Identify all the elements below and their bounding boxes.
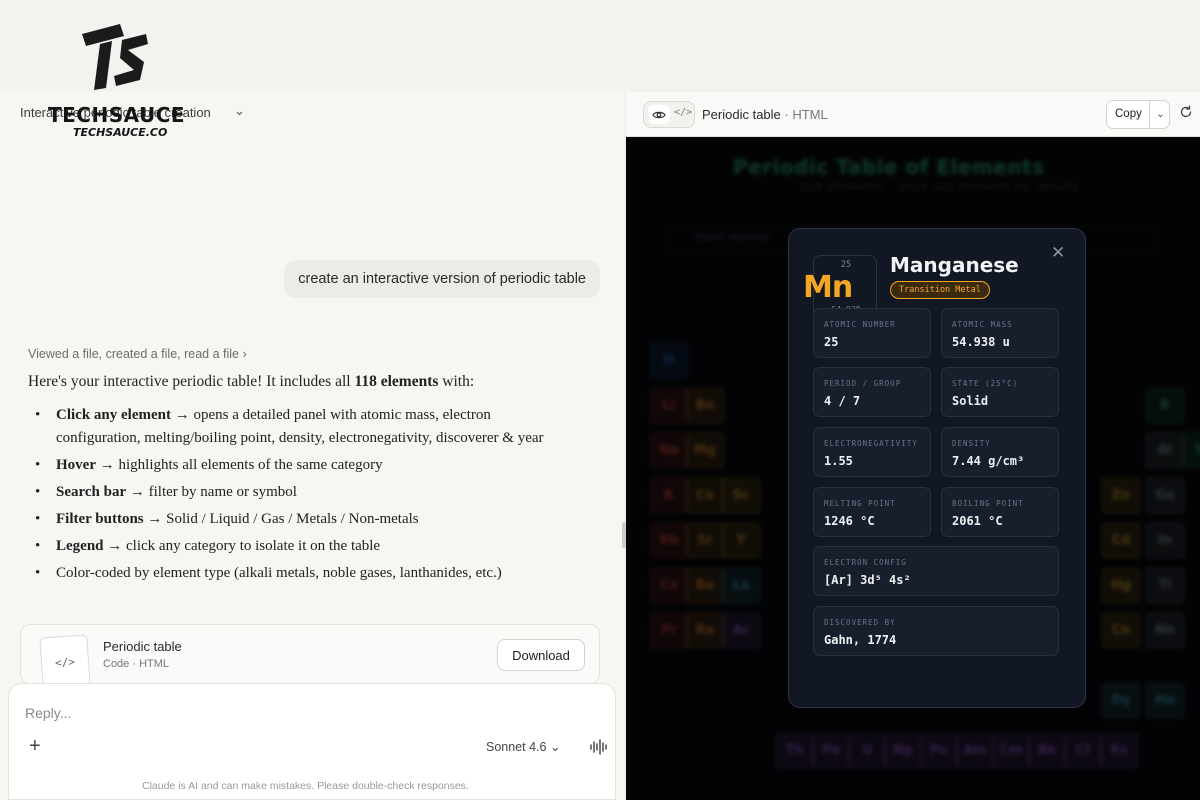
prop-melting-point: Melting Point 1246 °C	[813, 487, 931, 537]
list-item: Filter buttons → Solid / Liquid / Gas / …	[28, 508, 573, 531]
tool-summary[interactable]: Viewed a file, created a file, read a fi…	[28, 347, 247, 361]
view-toggle[interactable]: </>	[643, 101, 695, 128]
list-item: Click any element → opens a detailed pan…	[28, 404, 573, 450]
prop-label: Atomic Number	[824, 320, 896, 329]
list-item: Search bar → filter by name or symbol	[28, 481, 573, 504]
feature-bold: Filter buttons	[56, 511, 144, 527]
techsauce-logo: TECHSAUCE TECHSAUCE.CO	[48, 22, 193, 142]
intro-text-before: Here's your interactive periodic table! …	[28, 373, 355, 390]
prop-label: State (25°C)	[952, 379, 1019, 388]
element-symbol: Mn	[803, 270, 853, 305]
prop-value: 1.55	[824, 454, 853, 468]
prop-state: State (25°C) Solid	[941, 367, 1059, 417]
artifact-preview: Periodic Table of Elements 118 elements …	[626, 137, 1200, 800]
artifact-header: </> Periodic table · HTML Copy ⌄	[626, 92, 1200, 137]
prop-boiling-point: Boiling Point 2061 °C	[941, 487, 1059, 537]
prop-value: 2061 °C	[952, 514, 1003, 528]
element-number: 25	[840, 260, 852, 270]
prop-atomic-mass: Atomic Mass 54.938 u	[941, 308, 1059, 358]
copy-button[interactable]: Copy ⌄	[1106, 100, 1170, 129]
prop-label: Atomic Mass	[952, 320, 1013, 329]
prop-label: Boiling Point	[952, 499, 1024, 508]
copy-label: Copy	[1115, 108, 1142, 120]
download-button[interactable]: Download	[497, 639, 585, 671]
voice-icon[interactable]	[589, 739, 607, 755]
refresh-icon[interactable]	[1179, 105, 1193, 119]
prop-value: 25	[824, 335, 839, 349]
list-item: Legend → click any category to isolate i…	[28, 535, 573, 558]
artifact-card[interactable]: </> Periodic table Code · HTML Download	[20, 624, 600, 690]
feature-list: Click any element → opens a detailed pan…	[28, 404, 573, 589]
chevron-down-icon[interactable]: ⌄	[234, 103, 245, 119]
feature-bold: Search bar	[56, 484, 127, 500]
reply-input[interactable]: Reply...	[25, 705, 71, 721]
prop-label: Electron Config	[824, 558, 907, 567]
chevron-right-icon: ›	[242, 347, 247, 361]
intro-text-bold: 118 elements	[354, 373, 439, 390]
list-item: Color-coded by element type (alkali meta…	[28, 562, 573, 585]
prop-value: 4 / 7	[824, 394, 861, 408]
model-selector[interactable]: Sonnet 4.6 ⌄	[486, 739, 560, 754]
tool-summary-label: Viewed a file, created a file, read a fi…	[28, 347, 240, 361]
plus-icon[interactable]: +	[29, 735, 41, 758]
prop-value: Solid	[952, 394, 989, 408]
prop-atomic-number: Atomic Number 25	[813, 308, 931, 358]
artifact-title-sub: · HTML	[784, 107, 828, 122]
techsauce-url: TECHSAUCE.CO	[73, 126, 168, 139]
feature-text: → click any category to isolate it on th…	[103, 538, 381, 554]
element-detail-modal: ✕ 25 54.938 Mn Manganese Transition Meta…	[788, 228, 1086, 708]
prop-value: 7.44 g/cm³	[952, 454, 1025, 468]
techsauce-logo-icon	[82, 24, 148, 90]
model-label: Sonnet 4.6	[486, 740, 547, 754]
prop-value: [Ar] 3d⁵ 4s²	[824, 573, 911, 587]
feature-text: → highlights all elements of the same ca…	[95, 457, 383, 473]
feature-bold: Click any element	[56, 407, 171, 423]
prop-period-group: Period / Group 4 / 7	[813, 367, 931, 417]
code-icon: </>	[674, 107, 693, 118]
techsauce-wordmark: TECHSAUCE	[48, 103, 186, 127]
feature-text: Color-coded by element type (alkali meta…	[56, 565, 502, 581]
intro-text-after: with:	[438, 373, 475, 390]
artifact-name: Periodic table	[103, 639, 182, 654]
user-message: create an interactive version of periodi…	[284, 260, 600, 298]
prop-density: Density 7.44 g/cm³	[941, 427, 1059, 477]
prop-label: Melting Point	[824, 499, 896, 508]
chevron-down-icon[interactable]: ⌄	[1149, 101, 1171, 128]
artifact-title-text: Periodic table	[702, 107, 781, 122]
element-name: Manganese	[890, 253, 1019, 277]
prop-electronegativity: Electronegativity 1.55	[813, 427, 931, 477]
prop-label: Density	[952, 439, 991, 448]
assistant-intro: Here's your interactive periodic table! …	[28, 373, 474, 391]
artifact-meta: Code · HTML	[103, 658, 170, 670]
artifact-title: Periodic table · HTML	[702, 107, 828, 122]
prop-value: Gahn, 1774	[824, 633, 897, 647]
prop-label: Discovered By	[824, 618, 896, 627]
chevron-down-icon: ⌄	[549, 740, 561, 754]
prop-electron-config: Electron Config [Ar] 3d⁵ 4s²	[813, 546, 1059, 596]
prop-value: 54.938 u	[952, 335, 1010, 349]
code-icon: </>	[39, 634, 91, 690]
category-badge: Transition Metal	[890, 281, 990, 299]
eye-icon	[652, 111, 666, 118]
code-tab[interactable]: </>	[674, 107, 692, 118]
feature-bold: Hover	[56, 457, 96, 473]
prop-label: Electronegativity	[824, 439, 918, 448]
prop-value: 1246 °C	[824, 514, 875, 528]
prop-discovered-by: Discovered By Gahn, 1774	[813, 606, 1059, 656]
feature-text: → filter by name or symbol	[126, 484, 297, 500]
preview-tab[interactable]	[648, 105, 670, 124]
list-item: Hover → highlights all elements of the s…	[28, 454, 573, 477]
feature-bold: Legend	[56, 538, 104, 554]
close-icon[interactable]: ✕	[1051, 243, 1065, 263]
disclaimer: Claude is AI and can make mistakes. Plea…	[142, 780, 469, 792]
feature-text: → Solid / Liquid / Gas / Metals / Non-me…	[143, 511, 419, 527]
prop-label: Period / Group	[824, 379, 902, 388]
